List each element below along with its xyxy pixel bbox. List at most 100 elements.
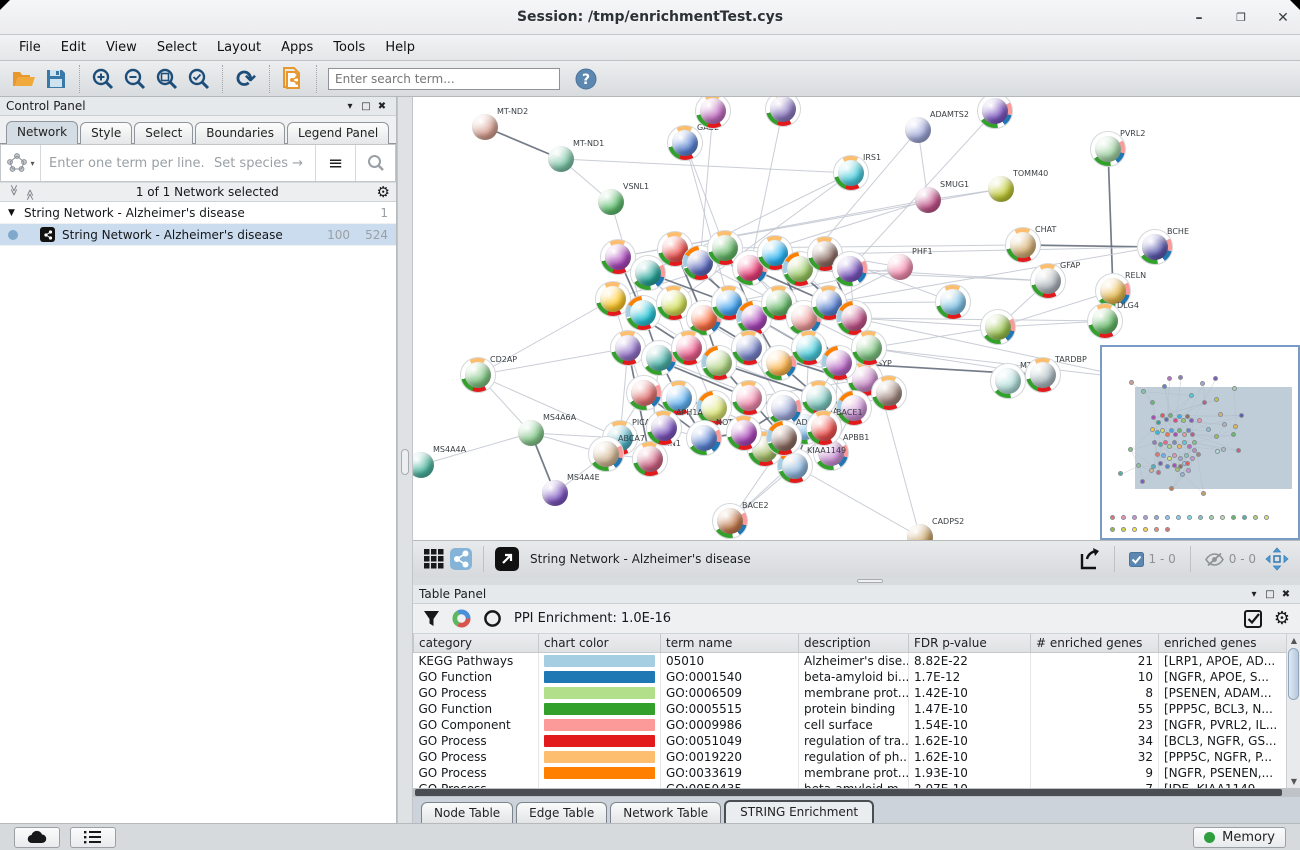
network-node[interactable] [726, 415, 762, 451]
network-node[interactable]: MS4A4E [537, 475, 573, 511]
horizontal-splitter[interactable] [413, 577, 1300, 585]
hidden-eye-icon[interactable] [1205, 552, 1224, 567]
network-node[interactable]: VSNL1 [593, 184, 629, 220]
cloud-tasks-button[interactable] [14, 827, 60, 848]
splitter-grip[interactable] [857, 579, 883, 583]
menu-tools[interactable]: Tools [324, 37, 374, 58]
network-node[interactable]: MT-ND1 [543, 141, 579, 177]
string-search-icon[interactable] [355, 145, 395, 181]
network-node[interactable]: GFAP [1030, 263, 1066, 299]
column-header-term-name[interactable]: term name [661, 634, 799, 653]
string-view-icon[interactable] [447, 548, 475, 570]
column-header-chart-color[interactable]: chart color [539, 634, 661, 653]
panel-menu-icon[interactable]: ▾ [342, 101, 358, 112]
network-node[interactable]: CHAT [1005, 227, 1041, 263]
network-node[interactable]: BACE1 [806, 410, 842, 446]
tab-edge-table[interactable]: Edge Table [516, 802, 607, 823]
table-row[interactable]: GO ProcessGO:0006509membrane prot...1.42… [414, 685, 1287, 701]
menu-help[interactable]: Help [376, 37, 424, 58]
collapse-all-icon[interactable]: ≫ [8, 184, 21, 200]
network-node[interactable]: TOMM40 [983, 171, 1019, 207]
network-node[interactable] [731, 380, 767, 416]
tab-network[interactable]: Network [6, 121, 78, 144]
menu-layout[interactable]: Layout [208, 37, 270, 58]
table-row[interactable]: GO ProcessGO:0051049regulation of tra...… [414, 733, 1287, 749]
column-header-enriched-genes[interactable]: enriched genes [1159, 634, 1287, 653]
network-node[interactable]: DLG4 [1087, 303, 1123, 339]
vertical-splitter[interactable] [397, 97, 413, 823]
enrichment-table[interactable]: categorychart colorterm namedescriptionF… [413, 634, 1287, 788]
table-row[interactable]: GO FunctionGO:0001540beta-amyloid bi...1… [414, 669, 1287, 685]
string-logo-icon[interactable]: ▾ [1, 145, 41, 181]
table-row[interactable]: GO ProcessGO:0019220regulation of ph...1… [414, 749, 1287, 765]
network-node[interactable]: ADAMTS2 [900, 112, 936, 148]
network-row[interactable]: String Network - Alzheimer's disease 100… [0, 224, 396, 246]
memory-button[interactable]: Memory [1193, 827, 1286, 848]
maximize-icon[interactable]: ❐ [1232, 9, 1250, 27]
menu-apps[interactable]: Apps [272, 37, 322, 58]
network-node[interactable] [832, 251, 868, 287]
string-query-input[interactable]: Enter one term per line. [41, 156, 214, 171]
horizontal-scrollbar[interactable] [413, 788, 1300, 797]
network-node[interactable]: ADAM10 [766, 420, 802, 456]
network-node[interactable]: MTHFD1L [990, 363, 1026, 399]
export-network-icon[interactable] [1074, 547, 1106, 571]
network-node[interactable]: IRS1 [833, 155, 869, 191]
column-header--enriched-genes[interactable]: # enriched genes [1031, 634, 1159, 653]
network-node[interactable]: BCHE [1137, 229, 1173, 265]
table-row[interactable]: GO ProcessGO:0033619membrane prot...1.93… [414, 765, 1287, 781]
zoom-in-button[interactable] [87, 64, 119, 94]
tab-style[interactable]: Style [80, 122, 132, 144]
import-network-button[interactable] [277, 64, 309, 94]
network-node[interactable]: NOTCH1 [686, 420, 722, 456]
scrollbar-thumb[interactable] [415, 789, 1282, 796]
panel-menu-icon[interactable]: ▾ [1246, 589, 1262, 600]
tab-node-table[interactable]: Node Table [421, 802, 513, 823]
vertical-scrollbar[interactable]: ▲ ▼ [1286, 634, 1300, 788]
zoom-fit-button[interactable] [151, 64, 183, 94]
tree-collapse-icon[interactable]: ▼ [8, 208, 24, 218]
refresh-button[interactable]: ⟳ [230, 64, 262, 94]
tab-boundaries[interactable]: Boundaries [195, 122, 285, 144]
network-node[interactable]: BIN1 [632, 441, 668, 477]
menu-edit[interactable]: Edit [52, 37, 95, 58]
search-input[interactable] [328, 68, 560, 90]
panel-close-icon[interactable]: ✖ [374, 101, 390, 112]
network-node[interactable]: APH1A [646, 410, 682, 446]
network-node[interactable]: GAB2 [667, 125, 703, 161]
help-icon[interactable]: ? [570, 64, 602, 94]
checkbox-icon[interactable] [1129, 552, 1144, 567]
panel-close-icon[interactable]: ✖ [1278, 589, 1294, 600]
scroll-down-icon[interactable]: ▼ [1288, 775, 1300, 788]
network-node[interactable] [935, 284, 971, 320]
scroll-up-icon[interactable]: ▲ [1288, 634, 1300, 647]
network-node[interactable]: MT-ND2 [467, 109, 503, 145]
grid-view-icon[interactable] [421, 549, 447, 569]
close-icon[interactable]: ✕ [1274, 9, 1292, 27]
network-node[interactable] [980, 309, 1016, 345]
table-row[interactable]: GO ComponentGO:0009986cell surface1.54E-… [414, 717, 1287, 733]
network-node[interactable] [626, 375, 662, 411]
enrichment-chart-icon[interactable] [452, 609, 471, 628]
zoom-out-button[interactable] [119, 64, 151, 94]
network-node[interactable]: PVRL2 [1090, 131, 1126, 167]
table-row[interactable]: KEGG Pathways05010Alzheimer's dise...8.8… [414, 653, 1287, 669]
column-header-description[interactable]: description [799, 634, 909, 653]
expand-all-icon[interactable]: ≫ [24, 184, 37, 200]
scrollbar-thumb[interactable] [1288, 648, 1299, 700]
network-node[interactable]: SMUG1 [910, 182, 946, 218]
menu-file[interactable]: File [10, 37, 50, 58]
open-in-browser-icon[interactable] [492, 547, 522, 571]
network-node[interactable] [871, 375, 907, 411]
network-options-gear-icon[interactable]: ⚙ [377, 185, 390, 200]
filter-icon[interactable] [423, 610, 440, 627]
network-node[interactable]: PHF1 [882, 249, 918, 285]
save-session-button[interactable] [40, 64, 72, 94]
menu-view[interactable]: View [97, 37, 146, 58]
network-node[interactable]: BACE2 [712, 503, 748, 539]
minimize-icon[interactable]: – [1190, 9, 1208, 27]
menu-select[interactable]: Select [148, 37, 206, 58]
task-history-button[interactable] [70, 827, 116, 848]
network-node[interactable]: CD2AP [460, 357, 496, 393]
column-header-category[interactable]: category [414, 634, 539, 653]
